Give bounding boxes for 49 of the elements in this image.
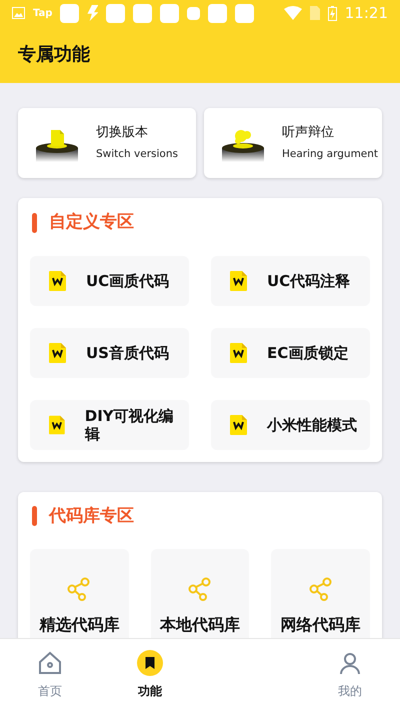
nav-tab[interactable]: 功能: [100, 639, 200, 711]
feature-tile[interactable]: UC代码注释: [211, 256, 370, 306]
wifi-icon: [284, 6, 302, 20]
w-document-icon: [49, 414, 65, 434]
notification-icon: [133, 4, 152, 22]
nav-tab[interactable]: 我的: [300, 639, 400, 711]
person-icon: [337, 650, 363, 676]
w-document-icon: [230, 270, 247, 290]
share-icon: [67, 577, 92, 601]
status-time: 11:21: [344, 2, 388, 24]
section-title: 自定义专区: [49, 211, 134, 234]
code-library-tile[interactable]: 网络代码库: [271, 549, 370, 638]
status-app-label: Tap: [33, 6, 52, 20]
notification-icon: [160, 4, 180, 22]
quick-action-subtitle: Hearing argument: [282, 146, 378, 162]
bolt-notification-icon: [87, 5, 98, 21]
notification-icon: [187, 6, 200, 20]
page-title: 专属功能: [18, 43, 90, 67]
notification-icon: [235, 4, 254, 22]
nav-tab[interactable]: 首页: [0, 639, 100, 711]
code-library-tile[interactable]: 精选代码库: [30, 549, 129, 638]
quick-action-card[interactable]: 切换版本 Switch versions: [18, 108, 196, 178]
notification-icon: [208, 4, 228, 22]
house-icon: [37, 650, 63, 676]
no-sim-icon: [310, 6, 320, 20]
battery-charging-icon: [328, 6, 337, 20]
quick-action-subtitle: Switch versions: [96, 146, 178, 162]
image-notification-icon: [12, 7, 25, 19]
bookmark-badge-icon: [137, 650, 163, 676]
code-library-tile[interactable]: 本地代码库: [150, 549, 250, 638]
w-document-icon: [49, 342, 66, 362]
section-accent-bar: [32, 212, 37, 233]
share-icon: [188, 577, 212, 601]
quick-action-title: 切换版本: [96, 124, 149, 142]
feature-tile[interactable]: DIY可视化编辑: [30, 400, 189, 450]
feature-tile[interactable]: 小米性能模式: [211, 400, 370, 450]
quick-action-card[interactable]: 听声辩位 Hearing argument: [204, 108, 382, 178]
notification-icon: [106, 4, 126, 22]
w-document-icon: [49, 270, 66, 290]
notification-icon: [60, 4, 80, 22]
feature-tile[interactable]: EC画质锁定: [211, 328, 370, 378]
feature-tile[interactable]: UC画质代码: [30, 256, 189, 306]
section-accent-bar: [32, 506, 37, 526]
section-title: 代码库专区: [49, 504, 134, 528]
w-document-icon: [230, 414, 247, 434]
feature-tile[interactable]: US音质代码: [30, 328, 189, 378]
w-document-icon: [230, 342, 247, 362]
quick-action-title: 听声辩位: [282, 124, 335, 142]
share-icon: [308, 577, 333, 601]
